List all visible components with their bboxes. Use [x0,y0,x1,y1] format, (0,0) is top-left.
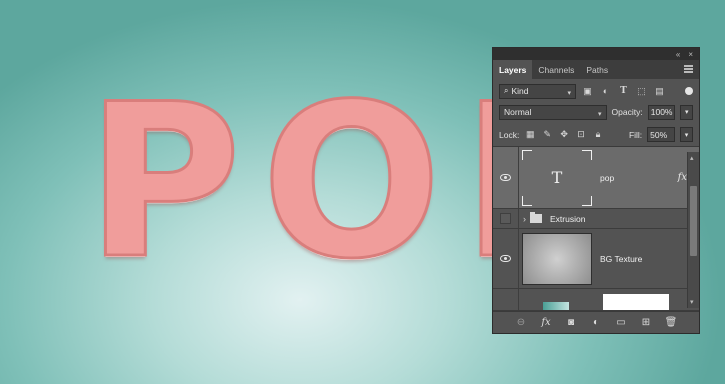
lock-position-icon[interactable]: ✥ [558,129,570,141]
layer-name: BG Texture [600,253,643,264]
add-mask-icon[interactable]: ◙ [565,317,578,329]
lock-artboard-icon[interactable]: ⊡ [575,129,587,141]
layers-panel: « × Layers Channels Paths ⌕ Kind ▾ ▣ ◐ T… [492,47,700,334]
fill-value: 50% [650,129,668,140]
layer-row-pop[interactable]: T pop fx ▾ [493,147,699,209]
blend-mode-select[interactable]: Normal ▾ [499,104,607,120]
chevron-down-icon: ▾ [684,131,689,139]
tab-layers[interactable]: Layers [493,60,533,79]
fill-input[interactable]: 50% [647,127,676,142]
layer-effects-icon[interactable]: fx [678,172,687,183]
delete-layer-icon[interactable]: 🗑︎ [665,317,678,329]
panel-title-bar: « × [493,48,699,60]
new-layer-icon[interactable]: ⊞ [640,317,653,329]
link-layers-icon[interactable]: ⊖ [515,317,528,329]
search-icon: ⌕ [504,86,509,95]
layers-scrollbar[interactable]: ▴ ▾ [687,152,699,308]
scrollbar-thumb[interactable] [690,186,697,256]
close-panel-icon[interactable]: × [688,50,693,59]
layer-row-bg-texture[interactable]: BG Texture [493,229,699,289]
opacity-value: 100% [650,107,673,117]
lock-label: Lock: [499,129,520,140]
filter-kind-select[interactable]: ⌕ Kind ▾ [499,83,576,99]
visibility-toggle[interactable] [493,209,519,228]
filter-row: ⌕ Kind ▾ ▣ ◐ T ⬚ ▤ [493,79,699,101]
layer-row-extrusion[interactable]: › Extrusion [493,209,699,229]
panel-footer: ⊖ fx ◙ ◐ ▭ ⊞ 🗑︎ [493,311,699,333]
eye-icon [500,174,511,181]
layer-row-partial[interactable] [493,289,699,311]
lock-row: Lock: ▦ ✎ ✥ ⊡ 🔒︎ Fill: 50% ▾ [493,123,699,147]
tab-channels[interactable]: Channels [532,60,580,79]
blend-row: Normal ▾ Opacity: 100% ▾ [493,101,699,123]
hidden-visibility-icon [500,213,511,224]
scroll-up-icon[interactable]: ▴ [690,154,694,162]
chevron-down-icon: ▾ [567,89,571,97]
fill-label: Fill: [628,129,643,140]
eye-icon [500,255,511,262]
texture-layer-thumbnail [522,232,592,285]
opacity-input[interactable]: 100% [647,104,676,120]
scroll-down-icon[interactable]: ▾ [690,298,694,306]
chevron-right-icon[interactable]: › [523,214,526,224]
visibility-toggle[interactable] [493,147,519,208]
layer-name: pop [600,172,615,183]
image-filter-icon[interactable]: ▣ [581,85,594,97]
panel-tabs: Layers Channels Paths [493,60,699,79]
opacity-dropdown[interactable]: ▾ [680,104,693,120]
tab-paths[interactable]: Paths [580,60,614,79]
type-filter-icon[interactable]: T [617,85,630,97]
layer-name: Extrusion [550,213,586,224]
collapse-panel-icon[interactable]: « [676,50,680,59]
add-layer-style-icon[interactable]: fx [540,317,553,329]
chevron-down-icon: ▾ [684,109,689,116]
layer-mask-thumbnail [603,294,669,310]
adjustment-filter-icon[interactable]: ◐ [599,85,612,97]
shape-filter-icon[interactable]: ⬚ [635,85,648,97]
new-adjustment-layer-icon[interactable]: ◐ [590,317,603,329]
fill-dropdown[interactable]: ▾ [680,127,693,142]
chevron-down-icon: ▾ [598,110,602,118]
visibility-toggle[interactable] [493,289,519,310]
lock-all-icon[interactable]: 🔒︎ [592,129,604,141]
filter-kind-label: Kind [511,86,529,96]
smart-object-filter-icon[interactable]: ▤ [653,85,666,97]
visibility-toggle[interactable] [493,229,519,288]
new-group-icon[interactable]: ▭ [615,317,628,329]
folder-icon [530,212,542,223]
panel-menu-icon[interactable] [684,65,693,73]
type-icon: T [551,168,563,187]
opacity-label: Opacity: [611,107,643,117]
lock-image-pixels-icon[interactable]: ✎ [541,129,553,141]
text-layer-thumbnail: T [522,149,592,206]
blend-mode-value: Normal [504,107,532,117]
gradient-layer-thumbnail [543,302,569,310]
lock-transparent-pixels-icon[interactable]: ▦ [524,129,536,141]
filter-toggle-icon[interactable] [685,87,693,95]
